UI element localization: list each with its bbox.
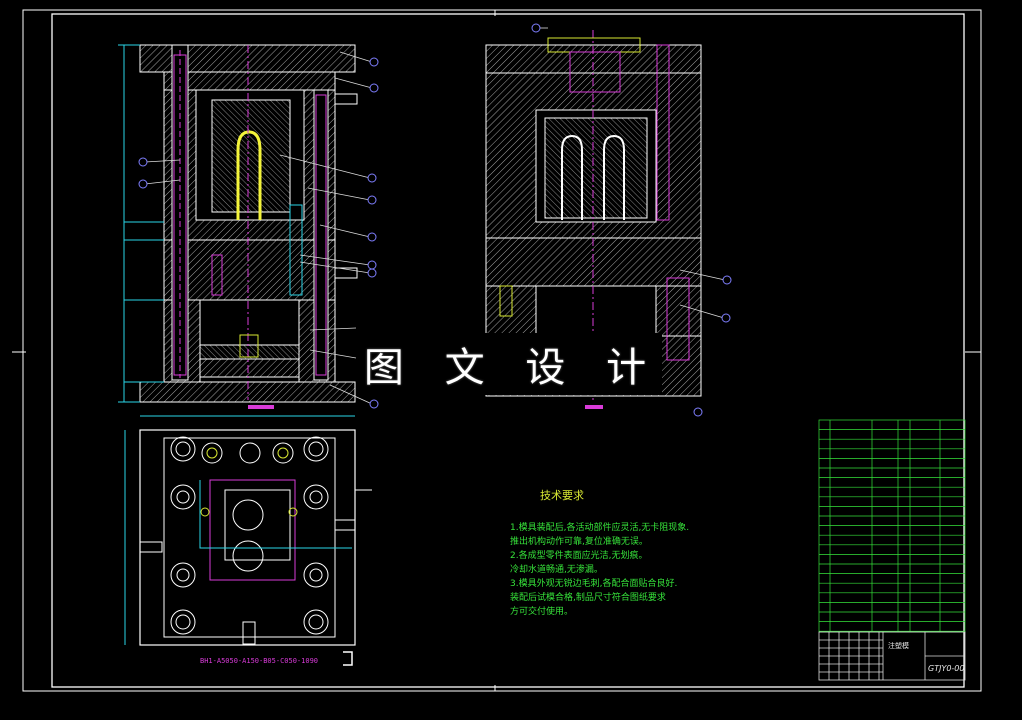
tech-line: 方可交付使用。 bbox=[510, 607, 574, 617]
plan-view bbox=[124, 415, 372, 666]
tech-line: 冷却水道畅通,无渗漏。 bbox=[510, 565, 603, 575]
front-section-view bbox=[118, 44, 379, 409]
tech-line: 装配后试模合格,制品尺寸符合图纸要求 bbox=[510, 593, 666, 603]
tech-line: 推出机构动作可靠,复位准确无误。 bbox=[510, 537, 648, 547]
tech-requirements-title: 技术要求 bbox=[540, 489, 584, 502]
bill-of-materials bbox=[818, 419, 966, 633]
tech-line: 2.各成型零件表面应光洁,无划痕。 bbox=[510, 551, 648, 561]
drawing-number: GTJY0-00 bbox=[928, 664, 965, 673]
watermark-text: 图 文 设 计 bbox=[363, 345, 661, 391]
drawing-name: 注塑模 bbox=[888, 642, 909, 650]
tech-line: 1.模具装配后,各活动部件应灵活,无卡阻现象. bbox=[510, 523, 690, 533]
mold-base-spec: BH1-A5050-A150-B05-C050-1090 bbox=[200, 657, 319, 665]
watermark-overlay: 图 文 设 计 bbox=[362, 333, 662, 395]
tech-line: 3.模具外观无锐边毛刺,各配合面贴合良好. bbox=[510, 579, 678, 589]
